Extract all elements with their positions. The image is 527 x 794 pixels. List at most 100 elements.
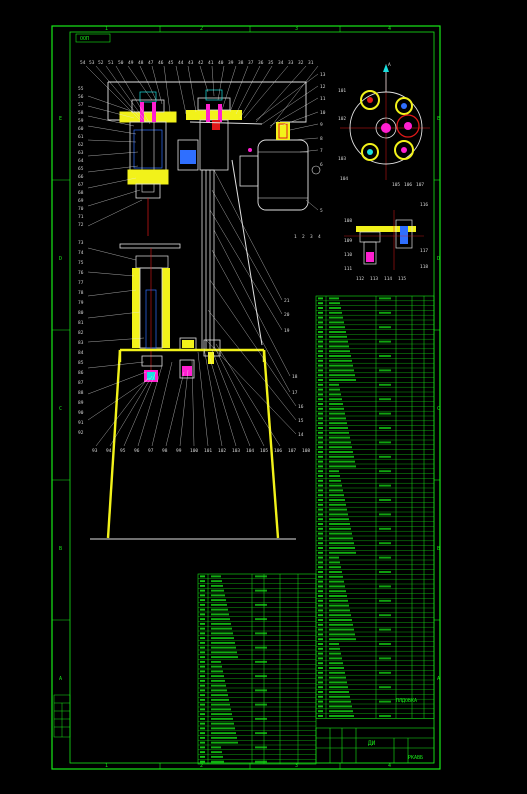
gear-view (340, 64, 430, 180)
left-gear-hub (119, 91, 177, 236)
svg-text:53: 53 (89, 60, 95, 66)
svg-text:A: A (59, 676, 62, 682)
svg-text:72: 72 (78, 222, 84, 228)
svg-text:91: 91 (78, 420, 84, 426)
svg-text:B: B (59, 546, 62, 552)
svg-text:39: 39 (228, 60, 234, 66)
svg-text:61: 61 (78, 134, 84, 140)
svg-text:52: 52 (98, 60, 104, 66)
bottom-callouts: 93 94 95 96 97 98 99 100 101 102 103 104… (92, 448, 310, 454)
svg-text:8: 8 (320, 136, 323, 142)
svg-text:101: 101 (204, 448, 212, 454)
svg-text:3: 3 (310, 234, 313, 240)
svg-text:100: 100 (190, 448, 198, 454)
svg-text:87: 87 (78, 380, 84, 386)
svg-text:66: 66 (78, 174, 84, 180)
svg-text:108: 108 (344, 218, 352, 224)
svg-text:77: 77 (78, 280, 84, 286)
svg-text:102: 102 (218, 448, 226, 454)
svg-text:20: 20 (284, 312, 290, 318)
svg-text:89: 89 (78, 400, 84, 406)
svg-text:40: 40 (218, 60, 224, 66)
svg-text:105: 105 (260, 448, 268, 454)
svg-text:19: 19 (284, 328, 290, 334)
svg-text:103: 103 (338, 156, 346, 162)
svg-text:56: 56 (78, 94, 84, 100)
svg-text:59: 59 (78, 118, 84, 124)
svg-text:38: 38 (238, 60, 244, 66)
bom-table-left (197, 573, 317, 765)
svg-text:1: 1 (294, 234, 297, 240)
svg-text:57: 57 (78, 102, 84, 108)
svg-text:116: 116 (420, 202, 428, 208)
right-upper-callouts: 13 12 11 10 9 8 7 6 5 (320, 72, 326, 214)
svg-text:107: 107 (416, 182, 424, 188)
svg-text:68: 68 (78, 190, 84, 196)
bom-table-right (315, 295, 435, 719)
svg-text:74: 74 (78, 250, 84, 256)
svg-text:55: 55 (78, 86, 84, 92)
svg-text:18: 18 (292, 374, 298, 380)
svg-text:7: 7 (320, 148, 323, 154)
top-callouts: 54 53 52 51 50 49 48 47 46 45 44 43 42 4… (80, 60, 314, 66)
svg-text:97: 97 (148, 448, 154, 454)
svg-text:106: 106 (404, 182, 412, 188)
svg-text:34: 34 (278, 60, 284, 66)
svg-text:4: 4 (388, 763, 391, 769)
svg-text:D: D (437, 256, 440, 262)
svg-text:13: 13 (320, 72, 326, 78)
svg-text:11: 11 (320, 96, 326, 102)
svg-text:92: 92 (78, 430, 84, 436)
svg-text:115: 115 (398, 276, 406, 282)
svg-text:76: 76 (78, 270, 84, 276)
svg-text:101: 101 (338, 88, 346, 94)
svg-text:104: 104 (340, 176, 348, 182)
svg-text:113: 113 (370, 276, 378, 282)
left-side-table (53, 694, 71, 738)
svg-text:65: 65 (78, 166, 84, 172)
title-block-label: ДИ (368, 740, 376, 747)
svg-text:E: E (437, 116, 440, 122)
left-callouts: 55 56 57 58 59 60 61 62 63 64 65 66 67 6… (78, 86, 84, 436)
svg-text:43: 43 (188, 60, 194, 66)
svg-text:5: 5 (320, 208, 323, 214)
svg-text:81: 81 (78, 320, 84, 326)
zone-labels-top: 1 2 3 4 (105, 26, 391, 32)
svg-text:46: 46 (158, 60, 164, 66)
svg-text:71: 71 (78, 214, 84, 220)
svg-text:44: 44 (178, 60, 184, 66)
svg-text:54: 54 (80, 60, 86, 66)
svg-text:99: 99 (176, 448, 182, 454)
svg-text:4: 4 (388, 26, 391, 32)
svg-text:48: 48 (138, 60, 144, 66)
svg-text:102: 102 (338, 116, 346, 122)
svg-text:94: 94 (106, 448, 112, 454)
svg-text:108: 108 (302, 448, 310, 454)
svg-text:10: 10 (320, 110, 326, 116)
svg-text:A: A (437, 676, 440, 682)
svg-text:3: 3 (295, 26, 298, 32)
svg-text:12: 12 (320, 84, 326, 90)
svg-text:D: D (59, 256, 62, 262)
svg-text:49: 49 (128, 60, 134, 66)
stamp-label: ООП (80, 36, 89, 42)
svg-text:95: 95 (120, 448, 126, 454)
svg-text:37: 37 (248, 60, 254, 66)
svg-text:31: 31 (308, 60, 314, 66)
svg-text:118: 118 (420, 264, 428, 270)
svg-text:C: C (437, 406, 440, 412)
svg-text:42: 42 (198, 60, 204, 66)
svg-text:85: 85 (78, 360, 84, 366)
svg-text:36: 36 (258, 60, 264, 66)
svg-text:78: 78 (78, 290, 84, 296)
svg-text:79: 79 (78, 300, 84, 306)
lower-spindle (119, 243, 181, 382)
svg-text:111: 111 (344, 266, 352, 272)
svg-text:33: 33 (288, 60, 294, 66)
right-leaders (205, 73, 319, 435)
stamp-right: ПЛДОБКА (396, 698, 417, 704)
svg-text:51: 51 (108, 60, 114, 66)
side-view-callouts: 108 109 110 111 112 113 114 115 116 117 … (344, 202, 428, 282)
svg-text:58: 58 (78, 110, 84, 116)
title-block-code: РКАВБ (408, 755, 423, 761)
